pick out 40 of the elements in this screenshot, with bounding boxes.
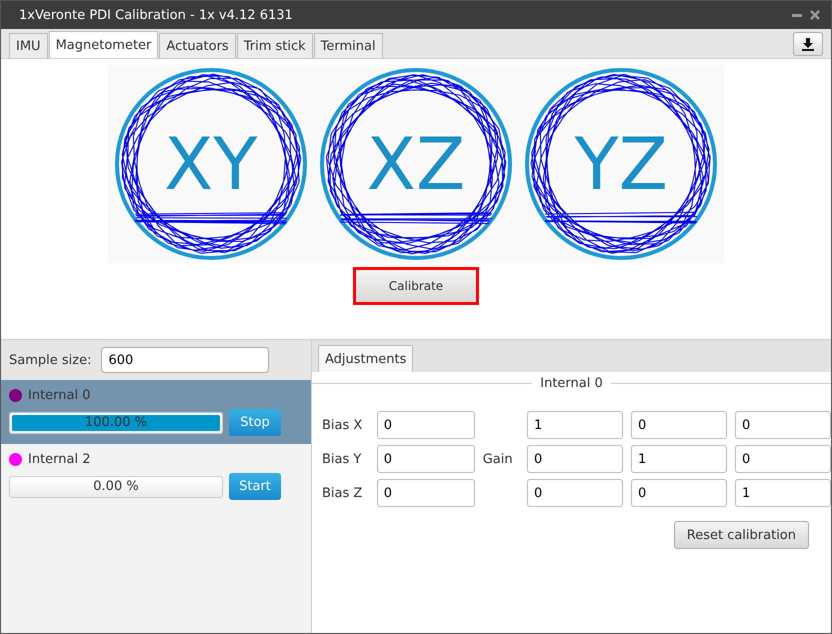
gain-field[interactable]: 0 xyxy=(735,411,831,439)
download-icon xyxy=(801,36,815,50)
sensor-name: Internal 2 xyxy=(28,452,91,467)
gain-field[interactable]: 0 xyxy=(631,411,727,439)
progress-reading: 100.00 % xyxy=(84,414,148,432)
bias-label: Bias Y xyxy=(322,452,362,466)
tab[interactable]: IMU xyxy=(9,33,48,58)
sample-size-label: Sample size: xyxy=(9,352,92,368)
adjustments-tab[interactable]: Adjustments xyxy=(318,345,414,372)
window-title: 1xVeronte PDI Calibration - 1x v4.12 6131 xyxy=(19,8,293,22)
plot-label: XY xyxy=(164,128,258,200)
bias-field[interactable]: 0 xyxy=(376,445,475,473)
tab[interactable]: Trim stick xyxy=(236,33,313,58)
tab[interactable]: Actuators xyxy=(159,33,236,58)
gain-field[interactable]: 1 xyxy=(527,411,623,439)
sample-size-field[interactable]: 600 xyxy=(101,347,270,373)
sensor-name: Internal 0 xyxy=(28,388,91,403)
gain-field[interactable]: 0 xyxy=(527,479,623,507)
bias-label: Bias X xyxy=(322,418,364,432)
tab[interactable]: Terminal xyxy=(314,33,383,58)
tab[interactable]: Magnetometer xyxy=(48,31,158,58)
gain-field[interactable]: 1 xyxy=(631,445,727,473)
group-title: Internal 0 xyxy=(540,376,603,391)
bias-field[interactable]: 0 xyxy=(376,479,475,507)
bias-label: Bias Z xyxy=(322,486,364,500)
download-button[interactable] xyxy=(793,32,823,56)
bias-field[interactable]: 0 xyxy=(376,411,475,439)
gain-field[interactable]: 0 xyxy=(735,445,831,473)
plot-label: XZ xyxy=(366,128,466,200)
gain-field[interactable]: 1 xyxy=(735,479,831,507)
sensor-row[interactable]: Internal 0 100.00 % Stop xyxy=(1,380,311,444)
sensor-row[interactable]: Internal 2 0.00 % Start xyxy=(1,444,311,508)
gain-label: Gain xyxy=(482,452,514,466)
close-icon[interactable] xyxy=(809,9,821,21)
plot-label: YZ xyxy=(574,128,668,200)
gain-field[interactable]: 0 xyxy=(527,445,623,473)
reset-calibration-button[interactable]: Reset calibration xyxy=(674,521,809,549)
progress-reading: 0.00 % xyxy=(92,478,140,496)
gain-field[interactable]: 0 xyxy=(631,479,727,507)
calibrate-button[interactable]: Calibrate xyxy=(353,267,479,305)
